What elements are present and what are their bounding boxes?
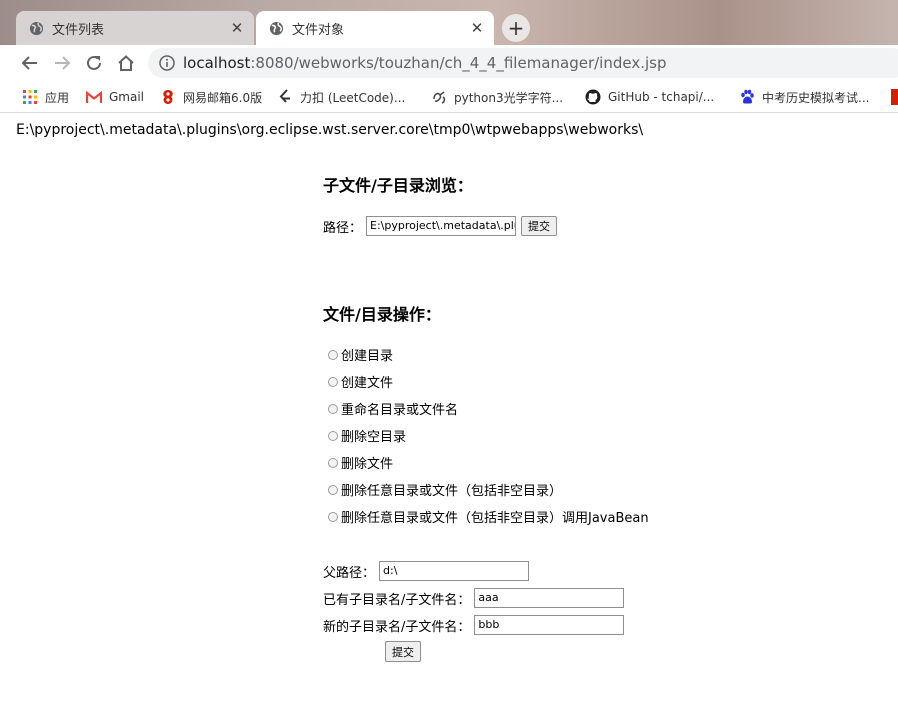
option-label: 删除任意目录或文件（包括非空目录）调用JavaBean [341, 511, 649, 526]
option-create-dir[interactable]: 创建目录 [328, 345, 393, 364]
option-label: 删除文件 [341, 457, 394, 472]
existing-name-row: 已有子目录名/子文件名： aaa [323, 588, 625, 608]
back-arrow-icon [21, 56, 37, 70]
ops-heading: 文件/目录操作： [323, 305, 441, 324]
parent-path-input[interactable]: d:\ [379, 561, 530, 581]
close-icon[interactable]: ✕ [228, 19, 246, 37]
globe-icon [28, 20, 44, 36]
new-name-row: 新的子目录名/子文件名： bbb [323, 615, 625, 635]
github-icon [585, 89, 601, 105]
tab-file-list[interactable]: 文件列表 ✕ [16, 11, 254, 45]
browser-window: 文件列表 ✕ 文件对象 ✕ + localhost:8080/webworks/… [0, 0, 898, 703]
bookmark-label: GitHub - tchapi/... [608, 90, 715, 104]
option-delete-file[interactable]: 删除文件 [328, 453, 393, 472]
path-input[interactable]: E:\pyproject\.metadata\.plugi [366, 216, 517, 236]
option-label: 删除空目录 [341, 430, 407, 445]
bookmark-label: 力扣 (LeetCode)... [300, 90, 406, 105]
option-label: 删除任意目录或文件（包括非空目录） [341, 484, 563, 499]
reload-button[interactable] [82, 51, 106, 75]
browse-submit-button[interactable]: 提交 [521, 216, 558, 236]
option-delete-any-javabean[interactable]: 删除任意目录或文件（包括非空目录）调用JavaBean [328, 507, 649, 526]
bookmarks-bar: 应用 Gmail 网易邮箱6.0版 力扣 (LeetCode)... pytho… [0, 81, 898, 113]
bookmark-netease-mail[interactable]: 网易邮箱6.0版 [160, 87, 262, 107]
url-path: :8080/webworks/touzhan/ch_4_4_filemanage… [250, 54, 667, 72]
forward-button[interactable] [50, 51, 74, 75]
radio-button[interactable] [328, 349, 338, 360]
parent-path-row: 父路径： d:\ [323, 561, 530, 581]
radio-button[interactable] [328, 511, 338, 522]
bookmark-history-exam[interactable]: 中考历史模拟考试... [739, 87, 869, 107]
close-icon[interactable]: ✕ [468, 19, 486, 37]
baidu-paw-icon [739, 89, 755, 105]
reload-icon [87, 55, 101, 70]
existing-name-label: 已有子目录名/子文件名： [323, 592, 471, 608]
current-path-text: E:\pyproject\.metadata\.plugins\org.ecli… [16, 122, 644, 138]
python-site-icon [431, 89, 447, 105]
bookmark-label: 应用 [45, 90, 70, 105]
ops-submit-row: 提交 [385, 641, 421, 662]
browse-heading: 子文件/子目录浏览： [323, 176, 473, 195]
home-icon [118, 55, 134, 71]
new-name-input[interactable]: bbb [474, 615, 625, 635]
bookmark-github[interactable]: GitHub - tchapi/... [585, 87, 714, 107]
tab-file-object[interactable]: 文件对象 ✕ [256, 11, 494, 45]
bookmark-gmail[interactable]: Gmail [86, 87, 144, 107]
tab-strip: 文件列表 ✕ 文件对象 ✕ + [0, 0, 898, 45]
home-button[interactable] [114, 51, 138, 75]
option-delete-any[interactable]: 删除任意目录或文件（包括非空目录） [328, 480, 562, 499]
bookmark-apps[interactable]: 应用 [22, 87, 69, 107]
option-rename[interactable]: 重命名目录或文件名 [328, 399, 458, 418]
leetcode-icon [277, 89, 293, 105]
bookmark-python-ocr[interactable]: python3光学字符... [431, 87, 563, 107]
bookmark-label: 网易邮箱6.0版 [183, 90, 263, 105]
page-content: E:\pyproject\.metadata\.plugins\org.ecli… [0, 113, 898, 703]
radio-button[interactable] [328, 376, 338, 387]
path-label: 路径： [323, 220, 363, 236]
info-icon[interactable] [159, 55, 175, 71]
option-label: 重命名目录或文件名 [341, 403, 459, 418]
bookmark-label: python3光学字符... [454, 90, 564, 105]
forward-arrow-icon [55, 56, 71, 70]
back-button[interactable] [18, 51, 42, 75]
globe-icon [268, 20, 284, 36]
parent-path-label: 父路径： [323, 565, 376, 581]
new-name-label: 新的子目录名/子文件名： [323, 619, 471, 635]
radio-button[interactable] [328, 403, 338, 414]
apps-grid-icon [22, 89, 38, 105]
toolbar: localhost:8080/webworks/touzhan/ch_4_4_f… [0, 45, 898, 81]
address-bar[interactable]: localhost:8080/webworks/touzhan/ch_4_4_f… [148, 48, 898, 78]
radio-button[interactable] [328, 484, 338, 495]
new-tab-button[interactable]: + [502, 14, 530, 42]
bookmark-label: 中考历史模拟考试... [762, 90, 870, 105]
bookmark-label: Gmail [109, 90, 145, 104]
tab-label: 文件对象 [292, 22, 345, 38]
url-host: localhost [183, 54, 251, 72]
existing-name-input[interactable]: aaa [474, 588, 625, 608]
gmail-icon [86, 89, 102, 105]
bookmark-leetcode[interactable]: 力扣 (LeetCode)... [277, 87, 405, 107]
netease-mail-icon [160, 89, 176, 105]
tab-label: 文件列表 [52, 22, 105, 38]
option-label: 创建文件 [341, 376, 394, 391]
option-create-file[interactable]: 创建文件 [328, 372, 393, 391]
option-label: 创建目录 [341, 349, 394, 364]
bookmark-overflow-icon[interactable] [891, 89, 898, 105]
browse-path-row: 路径： E:\pyproject\.metadata\.plugi 提交 [323, 216, 558, 236]
radio-button[interactable] [328, 457, 338, 468]
radio-button[interactable] [328, 430, 338, 441]
url-text: localhost:8080/webworks/touzhan/ch_4_4_f… [183, 54, 666, 72]
ops-submit-button[interactable]: 提交 [385, 641, 421, 662]
option-delete-empty-dir[interactable]: 删除空目录 [328, 426, 406, 445]
